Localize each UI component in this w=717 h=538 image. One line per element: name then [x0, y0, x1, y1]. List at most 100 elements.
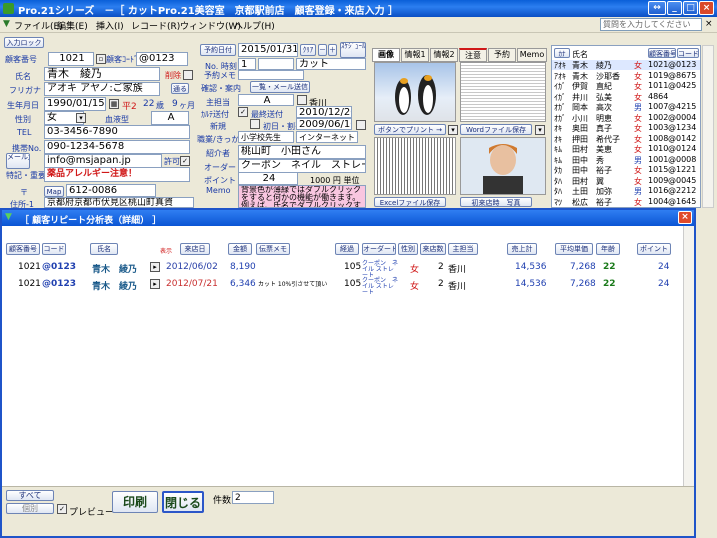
col-slip-memo[interactable]: 伝票メモ — [256, 243, 290, 255]
first-date-field[interactable]: 2009/06/10 — [296, 118, 352, 130]
menu-window[interactable]: ウィンドウ(W) — [180, 19, 241, 32]
birth-field[interactable]: 1990/01/15 — [44, 97, 106, 111]
mail-field[interactable]: info@msjapan.jp — [44, 154, 162, 168]
input-lock-checkbox[interactable]: 入力ロック — [4, 37, 44, 48]
dialog-close-button[interactable]: × — [678, 211, 692, 224]
filter-single-button[interactable]: 個別 — [6, 503, 54, 514]
customer-code-field[interactable]: @0123 — [136, 52, 188, 66]
col-staff[interactable]: 主担当 — [448, 243, 478, 255]
channel-source-select[interactable]: インターネット — [296, 131, 358, 143]
maximize-button[interactable]: □ — [683, 1, 698, 15]
list-item[interactable]: ﾏﾂ 松広 裕子 女 1004 @1645 — [552, 197, 700, 207]
table-row[interactable]: 1021 @0123 青木 綾乃 2012/06/02 8,190 105 クーポン ネイル… — [2, 260, 682, 279]
intro-field[interactable]: 桃山町 小田さん — [238, 145, 366, 159]
question-search-input[interactable]: 質問を入力してください — [600, 18, 702, 31]
col-sales-total[interactable]: 売上計 — [507, 243, 537, 255]
last-send-field[interactable]: 2010/12/20 — [296, 106, 352, 118]
visit-number-field[interactable]: 1 — [238, 58, 256, 70]
row-open-icon[interactable]: ▸ — [150, 262, 160, 272]
customer-name-field[interactable]: 青木 綾乃 — [44, 67, 160, 81]
col-elapsed[interactable]: 経過 — [335, 243, 359, 255]
tel-field[interactable]: 03-3456-7890 — [44, 125, 190, 139]
col-name[interactable]: 氏名 — [90, 243, 118, 255]
list-item[interactable]: ｱｵｷ 青木 綾乃 女 1021 @0123 — [552, 60, 700, 70]
excel-thumbnail[interactable] — [374, 137, 456, 195]
menu-edit[interactable]: 編集(E) — [57, 19, 88, 32]
col-avg-price[interactable]: 平均単価 — [555, 243, 593, 255]
tab-image[interactable]: 画像 — [372, 48, 400, 62]
plus-button[interactable]: ＋ — [328, 44, 337, 56]
col-sex[interactable]: 性別 — [398, 243, 418, 255]
col-amount[interactable]: 金額 — [228, 243, 252, 255]
map-button[interactable]: Map — [44, 186, 64, 197]
staff-select[interactable]: A — [238, 94, 294, 106]
reserve-memo-field[interactable] — [238, 70, 304, 80]
close-button[interactable]: × — [699, 1, 714, 15]
list-item[interactable]: ｵｶﾞ 小川 明恵 女 1002 @0004 — [552, 113, 700, 123]
menu-help[interactable]: ヘルプ(H) — [234, 19, 275, 32]
clear-button[interactable]: ｸﾘｱ — [300, 44, 316, 56]
id-picker-button[interactable]: ▫ — [96, 54, 106, 64]
permit-checkbox[interactable]: ✓ — [180, 156, 190, 166]
delete-checkbox[interactable] — [183, 70, 193, 80]
list-item[interactable]: ｱｵｷ 青木 沙耶香 女 1019 @8675 — [552, 71, 700, 81]
mail-send-button[interactable]: メール送信 — [6, 153, 30, 169]
list-header-code[interactable]: コード — [677, 48, 699, 58]
kana-field[interactable]: アオキ アヤノ:ご家族 — [44, 82, 160, 96]
tab-memo[interactable]: Memo — [517, 48, 547, 62]
list-item[interactable]: ｵｷ 押田 希代子 女 1008 @0142 — [552, 134, 700, 144]
list-item[interactable]: ｷﾑ 田中 秀 男 1001 @0008 — [552, 155, 700, 165]
print-button-thumb[interactable]: ボタンでプリント → — [374, 124, 446, 135]
list-item[interactable]: ﾀｶ 田中 裕子 女 1015 @1221 — [552, 165, 700, 175]
mdi-close-icon[interactable]: × — [705, 19, 713, 29]
minus-button[interactable]: － — [318, 44, 327, 56]
list-item[interactable]: ｲｶﾞ 井川 弘美 女 4864 — [552, 92, 700, 102]
zip-field[interactable]: 612-0086 — [66, 184, 156, 197]
list-item[interactable]: ｲｶﾞ 伊賀 直紀 女 1011 @0425 — [552, 81, 700, 91]
list-item[interactable]: ｵｷ 奥田 真子 女 1003 @1234 — [552, 123, 700, 133]
memo-area[interactable]: 背景色が薄緑ではダブルクリックをすると何かの機能が働きます。例えば、氏名でダブル… — [238, 185, 366, 208]
order-field[interactable]: クーポン ネイル ストレート — [238, 159, 366, 173]
close-dialog-button[interactable]: 閉じる — [162, 491, 204, 513]
first-discount-checkbox[interactable] — [250, 119, 260, 129]
address-field[interactable]: 京都府京都市伏見区桃山町真資 — [44, 197, 194, 208]
staff-checkbox[interactable] — [297, 95, 307, 105]
list-header-kana[interactable]: ｶﾅ — [554, 48, 570, 58]
first-visit-photo[interactable] — [460, 137, 546, 195]
list-item[interactable]: ｵｶﾞ 岡本 高次 男 1007 @4215 — [552, 102, 700, 112]
notify-button[interactable]: 通る — [171, 83, 189, 94]
note-field[interactable]: 薬品アレルギー注意！ — [44, 167, 190, 182]
tab-caution[interactable]: 注意 — [459, 48, 487, 62]
restore-arrows-icon[interactable]: ↔ — [648, 1, 666, 15]
table-row[interactable]: 1021 @0123 青木 綾乃 2012/07/21 6,346 カット 10%引させて… — [2, 277, 682, 296]
first-date-checkbox[interactable] — [356, 120, 366, 130]
list-item[interactable]: ﾀﾊ 土田 加弥 男 1016 @2212 — [552, 186, 700, 196]
visit-time-field[interactable] — [258, 58, 294, 70]
col-code[interactable]: コード — [42, 243, 66, 255]
visit-menu-field[interactable]: カット — [296, 58, 366, 70]
print-button[interactable]: 印刷 — [112, 491, 158, 513]
document-thumbnail[interactable] — [460, 62, 546, 122]
blood-select[interactable]: A — [151, 111, 189, 125]
col-customer-id[interactable]: 顧客番号 — [6, 243, 40, 255]
channel-job-select[interactable]: 小学校先生 — [238, 131, 294, 143]
list-scrollbar[interactable] — [702, 45, 714, 208]
minimize-button[interactable]: _ — [667, 1, 682, 15]
customer-id-field[interactable]: 1021 — [48, 52, 94, 66]
word-dropdown-icon[interactable]: ▾ — [535, 125, 545, 135]
dialog-scrollbar[interactable] — [683, 226, 694, 486]
excel-save-button[interactable]: Excelファイル保存 — [374, 197, 446, 207]
reserve-date-button[interactable]: 予約日付 — [200, 44, 236, 56]
col-point[interactable]: ポイント — [637, 243, 671, 255]
col-visit-date[interactable]: 来店日 — [180, 243, 210, 255]
row-open-icon[interactable]: ▸ — [150, 279, 160, 289]
list-mail-button[interactable]: 一覧・メール送信 — [250, 81, 310, 93]
mobile-field[interactable]: 090-1234-5678 — [44, 140, 190, 154]
tab-reserve[interactable]: 予約 — [488, 48, 516, 62]
menu-record[interactable]: レコード(R) — [131, 19, 180, 32]
list-header-id[interactable]: 顧客番号 — [648, 48, 676, 58]
karte-checkbox[interactable]: ✓ — [238, 107, 248, 117]
word-save-button[interactable]: Wordファイル保存 — [460, 124, 532, 135]
reserve-date-field[interactable]: 2015/01/31 — [238, 43, 298, 57]
gender-dropdown-icon[interactable]: ▾ — [76, 113, 86, 123]
